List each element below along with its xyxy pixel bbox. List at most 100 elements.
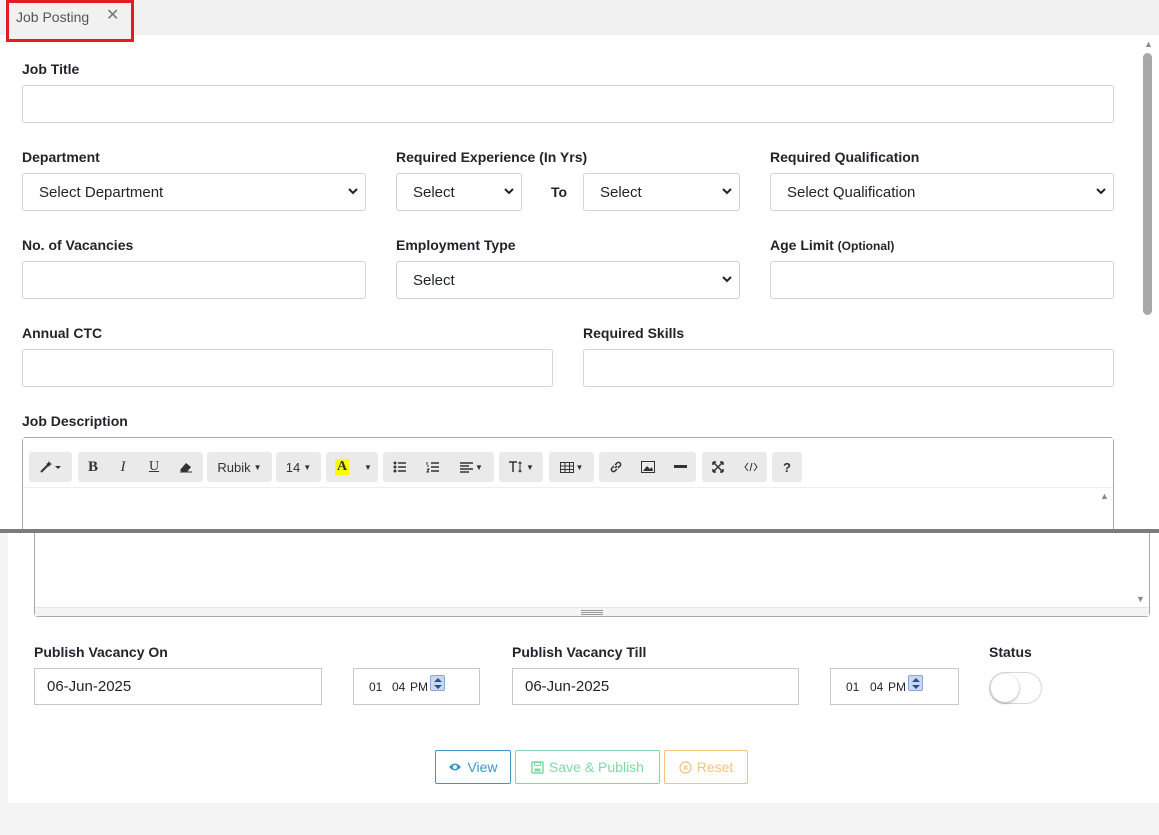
status-toggle[interactable]	[989, 672, 1042, 704]
color-dropdown[interactable]: ▼	[358, 452, 378, 482]
help-button[interactable]: ?	[772, 452, 802, 482]
table-group: ▼	[549, 452, 594, 482]
close-icon[interactable]: ✕	[106, 8, 119, 24]
toggle-knob	[991, 674, 1019, 702]
eye-icon	[449, 763, 462, 771]
resize-grip-icon[interactable]	[581, 610, 603, 611]
text-height-icon	[509, 461, 522, 473]
qualification-selected: Select Qualification	[787, 184, 916, 201]
font-style-group: B I U	[78, 452, 203, 482]
page-footer-strip	[0, 803, 1159, 835]
font-size-group: 14 ▼	[276, 452, 321, 482]
align-dropdown[interactable]: ▼	[449, 452, 494, 482]
vacancies-input[interactable]	[22, 261, 366, 299]
insert-group	[599, 452, 696, 482]
horizontal-rule-icon[interactable]	[664, 452, 696, 482]
align-left-icon	[460, 461, 474, 473]
spinner-icon[interactable]	[908, 675, 923, 691]
publish-on-date-input[interactable]: 06-Jun-2025	[34, 668, 322, 705]
job-title-input[interactable]	[22, 85, 1114, 123]
status-label: Status	[989, 644, 1032, 660]
page-scrollbar[interactable]: ▲	[1140, 35, 1159, 530]
ordered-list-icon[interactable]	[417, 452, 449, 482]
experience-to-selected: Select	[600, 184, 642, 201]
line-height-group: ▼	[499, 452, 543, 482]
caret-down-icon: ▼	[526, 462, 534, 472]
underline-button[interactable]: U	[138, 452, 170, 482]
magic-wand-icon[interactable]	[29, 452, 72, 482]
publish-till-ampm[interactable]: PM	[888, 680, 906, 694]
reset-button[interactable]: Reset	[664, 750, 748, 784]
employment-type-selected: Select	[413, 272, 455, 289]
color-group: A ▼	[326, 452, 378, 482]
caret-down-icon: ▼	[303, 462, 312, 472]
experience-to-select[interactable]: Select	[583, 173, 740, 211]
tab-job-posting[interactable]: Job Posting ✕	[6, 0, 134, 42]
unordered-list-icon[interactable]	[383, 452, 417, 482]
job-title-label: Job Title	[22, 61, 80, 77]
age-limit-label: Age Limit (Optional)	[770, 237, 894, 253]
eraser-icon[interactable]	[170, 452, 202, 482]
publish-on-hour[interactable]: 01	[369, 680, 382, 694]
fullscreen-icon[interactable]	[702, 452, 734, 482]
editor-content-area[interactable]	[34, 533, 1150, 617]
scroll-thumb[interactable]	[1143, 53, 1152, 315]
view-button[interactable]: View	[435, 750, 511, 784]
department-select[interactable]: Select Department	[22, 173, 366, 211]
publish-till-date-input[interactable]: 06-Jun-2025	[512, 668, 799, 705]
department-selected: Select Department	[39, 184, 164, 201]
paragraph-group: ▼	[383, 452, 494, 482]
link-icon[interactable]	[599, 452, 632, 482]
chevron-down-icon	[1096, 188, 1106, 195]
table-dropdown[interactable]: ▼	[549, 452, 594, 482]
font-name-dropdown[interactable]: Rubik ▼	[207, 452, 272, 482]
publish-till-minute[interactable]: 04	[870, 680, 883, 694]
publish-on-ampm[interactable]: PM	[410, 680, 428, 694]
save-publish-button-label: Save & Publish	[549, 759, 644, 775]
publish-till-label: Publish Vacancy Till	[512, 644, 647, 660]
tab-bar: Job Posting ✕	[0, 0, 1159, 42]
editor-scroll-up-icon[interactable]: ▲	[1100, 491, 1109, 501]
view-group	[702, 452, 767, 482]
publish-on-date-value: 06-Jun-2025	[47, 678, 132, 695]
publish-till-time-input[interactable]: 01 04 PM	[830, 668, 959, 705]
italic-button[interactable]: I	[108, 452, 138, 482]
bold-button[interactable]: B	[78, 452, 108, 482]
vacancies-label: No. of Vacancies	[22, 237, 134, 253]
publish-on-minute[interactable]: 04	[392, 680, 405, 694]
highlight-color-icon: A	[334, 459, 350, 475]
chevron-down-icon	[504, 188, 514, 195]
image-icon[interactable]	[632, 452, 664, 482]
spinner-icon[interactable]	[430, 675, 445, 691]
annual-ctc-input[interactable]	[22, 349, 553, 387]
job-description-editor[interactable]: B I U Rubik ▼ 14 ▼ A ▼ ▼ ▼ ▼ ?	[22, 437, 1114, 537]
age-limit-input[interactable]	[770, 261, 1114, 299]
publish-on-label: Publish Vacancy On	[34, 644, 168, 660]
tab-label: Job Posting	[16, 9, 90, 25]
scroll-up-arrow-icon[interactable]: ▲	[1144, 39, 1153, 49]
required-skills-input[interactable]	[583, 349, 1114, 387]
save-publish-button[interactable]: Save & Publish	[515, 750, 660, 784]
caret-down-icon: ▼	[475, 462, 483, 472]
experience-to-label: To	[551, 184, 568, 200]
line-height-dropdown[interactable]: ▼	[499, 452, 543, 482]
required-skills-label: Required Skills	[583, 325, 685, 341]
code-view-icon[interactable]	[734, 452, 767, 482]
department-label: Department	[22, 149, 100, 165]
employment-type-select[interactable]: Select	[396, 261, 740, 299]
age-limit-optional: (Optional)	[837, 239, 895, 253]
publish-till-hour[interactable]: 01	[846, 680, 859, 694]
help-group: ?	[772, 452, 802, 482]
highlight-color-button[interactable]: A	[326, 452, 358, 482]
chevron-down-icon	[348, 188, 358, 195]
publish-on-time-input[interactable]: 01 04 PM	[353, 668, 480, 705]
font-size-dropdown[interactable]: 14 ▼	[276, 452, 321, 482]
left-gutter	[0, 533, 8, 803]
caret-down-icon: ▼	[253, 462, 262, 472]
annual-ctc-label: Annual CTC	[22, 325, 103, 341]
qualification-select[interactable]: Select Qualification	[770, 173, 1114, 211]
experience-from-select[interactable]: Select	[396, 173, 522, 211]
editor-scroll-down-icon[interactable]: ▼	[1136, 594, 1145, 604]
editor-toolbar: B I U Rubik ▼ 14 ▼ A ▼ ▼ ▼ ▼ ?	[23, 438, 1113, 488]
editor-resize-bar[interactable]	[35, 607, 1149, 616]
